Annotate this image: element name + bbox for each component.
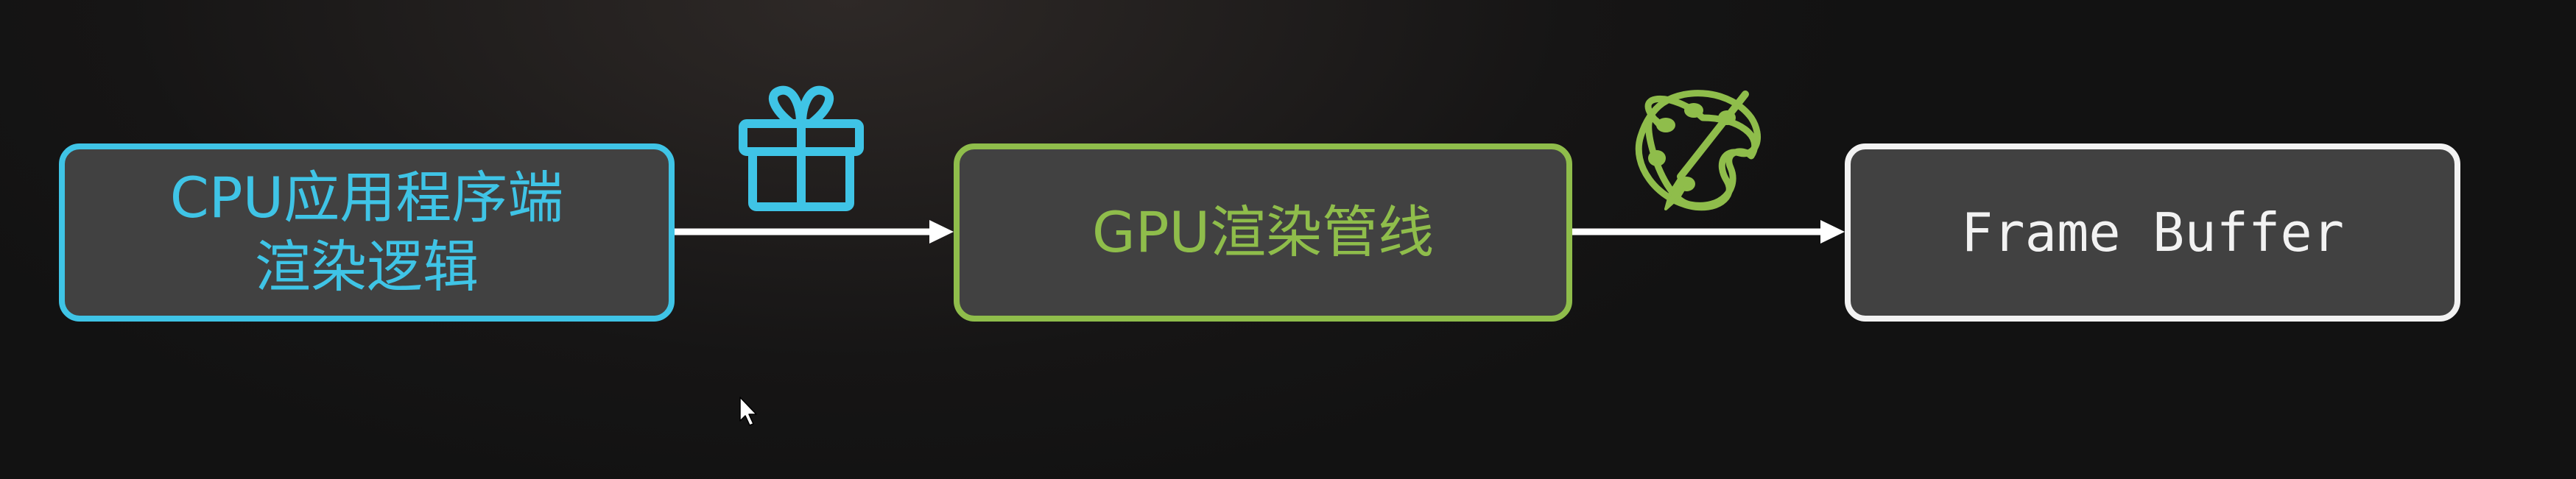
mouse-cursor-icon <box>739 397 757 426</box>
diagram-canvas: CPU应用程序端 渲染逻辑 GPU渲染管线 Frame Buffer <box>0 0 2576 479</box>
gift-icon <box>739 85 864 211</box>
paint-palette-icon <box>1635 90 1761 211</box>
arrow-gpu-to-frame-buffer <box>1572 220 1845 244</box>
arrow-cpu-to-gpu <box>675 220 954 244</box>
connectors-layer <box>675 85 1845 426</box>
